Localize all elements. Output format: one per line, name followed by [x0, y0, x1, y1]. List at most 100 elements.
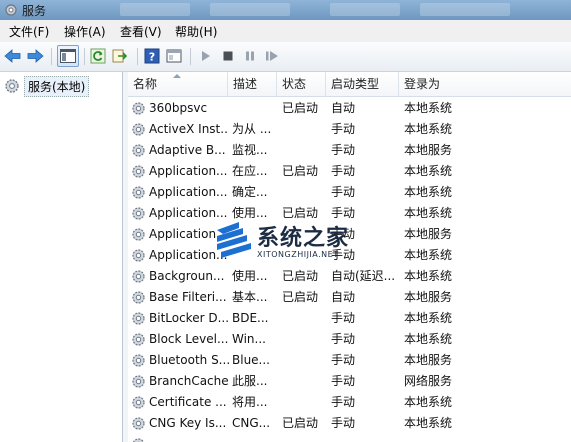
toolbar-separator [84, 48, 85, 65]
cell-description: 确定... [232, 185, 268, 199]
sort-ascending-icon [173, 74, 181, 78]
service-gear-icon [132, 123, 145, 136]
properties-button[interactable] [164, 46, 184, 66]
menu-view[interactable]: 查看(V) [120, 23, 162, 40]
service-gear-icon [132, 438, 145, 442]
watermark: 系统之家 XITONGZHIJIA.NET [213, 220, 373, 266]
cell-status [282, 140, 328, 161]
watermark-logo-icon [217, 222, 251, 258]
table-row[interactable]: 360bpsvc 已启动 自动 本地系统 [128, 98, 571, 119]
menu-help[interactable]: 帮助(H) [175, 23, 217, 40]
cell-startup-type: 手动 [331, 185, 356, 199]
cell-log-on-as: 本地系统 [404, 311, 453, 325]
cell-description: 基本... [232, 290, 268, 304]
table-row[interactable]: Base Filteri... 基本... 已启动 自动 本地服务 [128, 287, 571, 308]
blurred-background-tab [120, 3, 190, 16]
table-row[interactable]: BranchCache 此服... 手动 网络服务 [128, 371, 571, 392]
service-gear-icon [132, 165, 145, 178]
cell-log-on-as: 本地系统 [404, 101, 453, 115]
table-row[interactable]: Backgroun... 使用... 已启动 自动(延迟... 本地系统 [128, 266, 571, 287]
forward-arrow-icon [27, 49, 44, 63]
cell-description: 此服... [232, 374, 268, 388]
cell-description: CNG... [232, 416, 271, 430]
table-row[interactable]: ActiveX Inst... 为从 ... 手动 本地系统 [128, 119, 571, 140]
restart-service-button[interactable] [262, 46, 282, 66]
cell-description: 在应... [232, 164, 268, 178]
watermark-text: 系统之家 [257, 226, 350, 251]
cell-name: Block Level... [149, 332, 229, 346]
table-row[interactable]: CNG Key Is... CNG... 已启动 手动 本地系统 [128, 413, 571, 434]
menu-file[interactable]: 文件(F) [9, 23, 49, 40]
cell-log-on-as: 本地系统 [404, 416, 453, 430]
column-header-label: 名称 [133, 77, 158, 91]
cell-startup-type: 手动 [331, 164, 356, 178]
tree-item-services-local[interactable]: 服务(本地) [4, 75, 90, 97]
cell-status [282, 329, 328, 350]
cell-name: BitLocker D... [149, 311, 229, 325]
cell-startup-type: 自动(延迟... [331, 269, 396, 283]
table-row[interactable]: Adaptive B... 监视... 手动 本地服务 [128, 140, 571, 161]
table-row[interactable]: Application... 在应... 已启动 手动 本地系统 [128, 161, 571, 182]
export-list-button[interactable] [110, 46, 130, 66]
cell-name: BranchCache [149, 374, 229, 388]
stop-service-button[interactable] [218, 46, 238, 66]
menu-action[interactable]: 操作(A) [64, 23, 106, 40]
service-gear-icon [132, 207, 145, 220]
help-icon: ? [144, 48, 160, 64]
refresh-icon [90, 48, 106, 64]
service-gear-icon [132, 228, 145, 241]
title-bar: 服务 [0, 0, 571, 20]
refresh-button[interactable] [88, 46, 108, 66]
pause-service-button[interactable] [240, 46, 260, 66]
cell-name: Application... [149, 185, 228, 199]
column-header-log-on-as[interactable]: 登录为 [399, 72, 571, 96]
svg-text:?: ? [149, 51, 155, 64]
service-gear-icon [132, 333, 145, 346]
column-header-label: 登录为 [404, 77, 441, 91]
table-row[interactable]: Bluetooth S... Blue... 手动 本地服务 [128, 350, 571, 371]
menu-bar: 文件(F) 操作(A) 查看(V) 帮助(H) [0, 20, 571, 42]
service-gear-icon [132, 186, 145, 199]
cell-startup-type [331, 434, 401, 442]
toolbar-separator [190, 48, 191, 65]
column-header-startup-type[interactable]: 启动类型 [326, 72, 399, 96]
back-button[interactable] [3, 46, 23, 66]
table-row[interactable]: Application... 确定... 手动 本地系统 [128, 182, 571, 203]
forward-button[interactable] [25, 46, 45, 66]
table-row[interactable] [128, 434, 571, 442]
stop-icon [223, 51, 233, 61]
cell-status: 已启动 [282, 290, 319, 304]
cell-status [282, 371, 328, 392]
cell-status [282, 350, 328, 371]
cell-description: 将用... [232, 395, 268, 409]
list-header: 名称 描述 状态 启动类型 登录为 [128, 72, 571, 97]
cell-log-on-as: 本地服务 [404, 353, 453, 367]
service-gear-icon [132, 417, 145, 430]
cell-log-on-as [404, 434, 564, 442]
window-title: 服务 [22, 4, 47, 18]
services-gear-icon [5, 79, 19, 93]
cell-name: Application... [149, 164, 228, 178]
cell-log-on-as: 本地服务 [404, 227, 453, 241]
export-list-icon [112, 49, 128, 63]
table-row[interactable]: BitLocker D... BDE... 手动 本地系统 [128, 308, 571, 329]
column-header-label: 状态 [282, 77, 307, 91]
table-row[interactable]: Block Level... Win... 手动 本地系统 [128, 329, 571, 350]
cell-name: ActiveX Inst... [149, 122, 229, 136]
column-header-description[interactable]: 描述 [228, 72, 277, 96]
cell-log-on-as: 本地系统 [404, 185, 453, 199]
column-header-status[interactable]: 状态 [277, 72, 326, 96]
column-header-name[interactable]: 名称 [128, 72, 228, 96]
blurred-background-tab [420, 3, 510, 16]
blurred-background-tab [210, 3, 290, 16]
cell-startup-type: 自动 [331, 101, 356, 115]
cell-status: 已启动 [282, 164, 319, 178]
start-icon [202, 51, 210, 61]
cell-log-on-as: 本地服务 [404, 290, 453, 304]
table-row[interactable]: Certificate ... 将用... 手动 本地系统 [128, 392, 571, 413]
cell-startup-type: 手动 [331, 311, 356, 325]
help-button[interactable]: ? [142, 46, 162, 66]
toolbar-separator [51, 48, 52, 65]
start-service-button[interactable] [196, 46, 216, 66]
show-hide-tree-button[interactable] [57, 45, 79, 67]
